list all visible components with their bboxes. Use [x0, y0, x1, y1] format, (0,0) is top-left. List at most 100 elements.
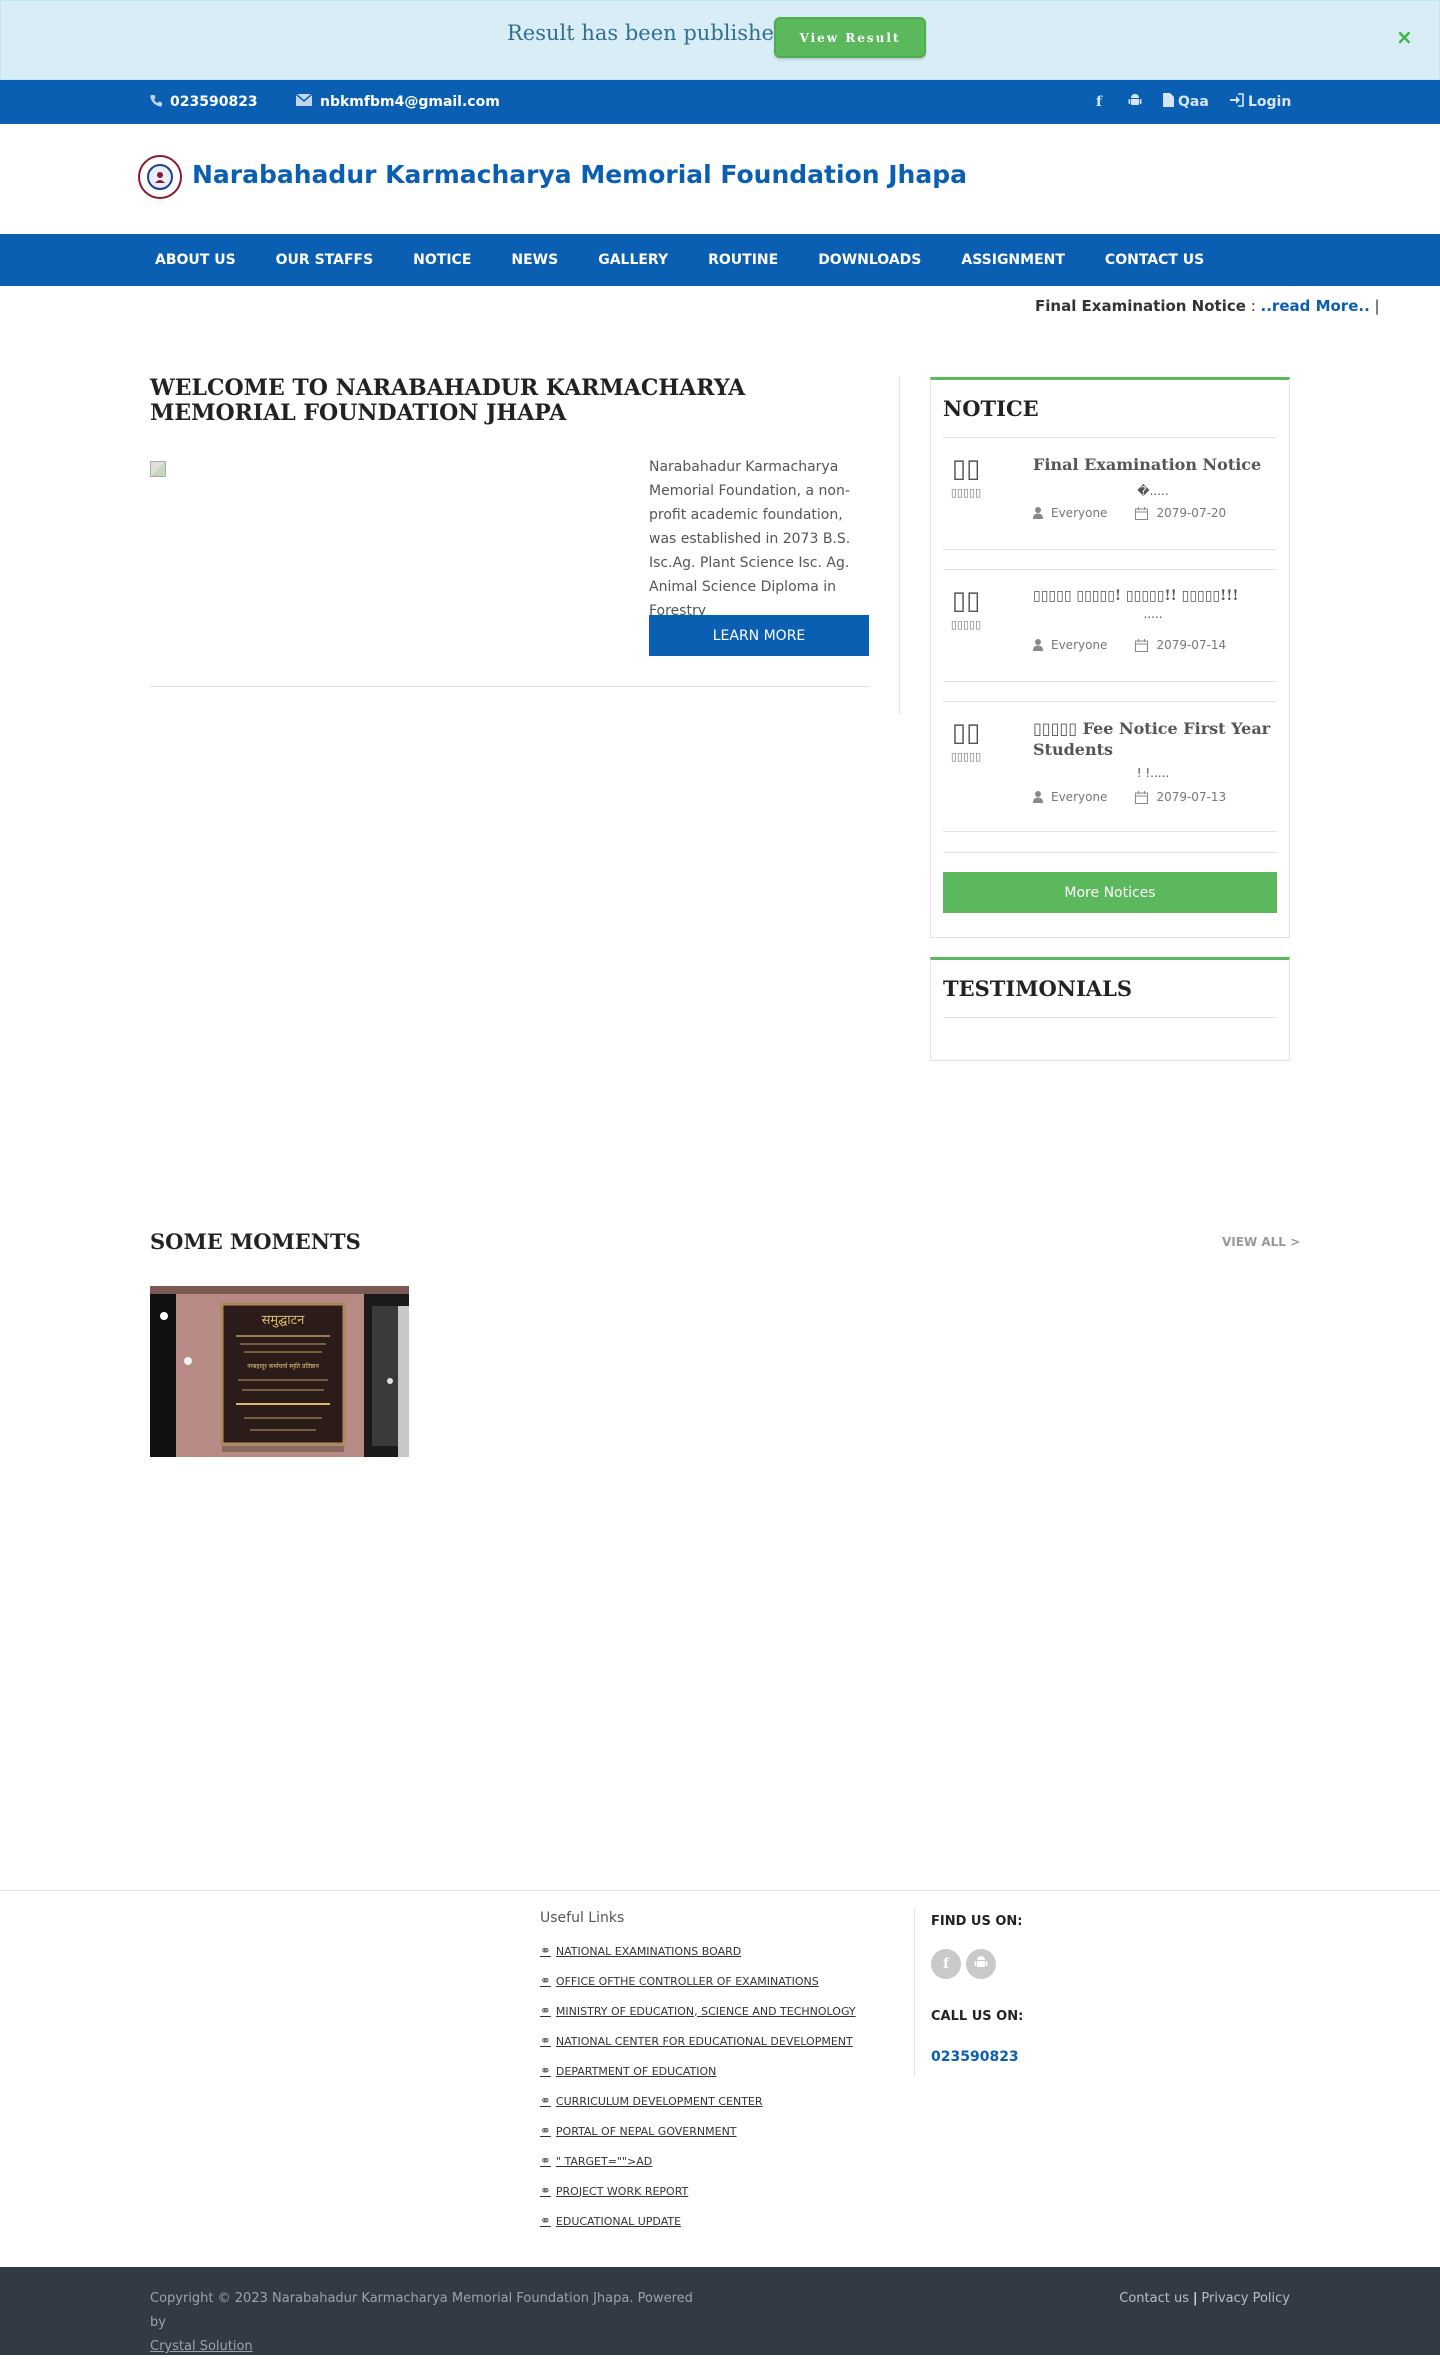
nav-item-routine[interactable]: ROUTINE — [688, 234, 798, 286]
notice-excerpt: ! !..... — [1136, 766, 1170, 780]
login-link[interactable]: Login — [1230, 80, 1291, 124]
notice-date: 2079-07-13 — [1156, 790, 1227, 804]
footer-facebook-button[interactable]: f — [931, 1949, 961, 1979]
more-notices-button[interactable]: More Notices — [943, 872, 1277, 913]
nav-item-downloads[interactable]: DOWNLOADS — [798, 234, 941, 286]
useful-link-label: " TARGET="">AD — [555, 2154, 653, 2168]
copyright-block: Copyright © 2023 Narabahadur Karmacharya… — [150, 2287, 710, 2359]
link-icon: ⚭ — [540, 2213, 551, 2229]
calendar-icon — [1135, 790, 1149, 804]
notice-date: 2079-07-20 — [1156, 506, 1227, 520]
email-contact[interactable]: nbkmfbm4@gmail.com — [295, 80, 500, 124]
contact-us-link[interactable]: Contact us — [1119, 2291, 1189, 2306]
copyright-text: Copyright © 2023 Narabahadur Karmacharya… — [150, 2291, 693, 2330]
column-divider — [899, 376, 900, 714]
link-icon: ⚭ — [540, 2153, 551, 2169]
call-us-title: CALL US ON: — [931, 2009, 1024, 2024]
ticker-read-more-link[interactable]: ..read More.. — [1261, 297, 1370, 315]
testimonials-title: TESTIMONIALS — [943, 976, 1133, 1001]
notice-title[interactable]: ▯▯▯▯▯ Fee Notice First Year Students — [1033, 718, 1273, 760]
footer-divider — [0, 1890, 1440, 1891]
nav-item-notice[interactable]: NOTICE — [393, 234, 491, 286]
notice-title[interactable]: ▯▯▯▯▯ ▯▯▯▯▯! ▯▯▯▯▯!! ▯▯▯▯▯!!! — [1033, 586, 1273, 607]
calendar-icon — [1135, 638, 1149, 652]
email-address: nbkmfbm4@gmail.com — [320, 94, 500, 110]
qaa-label: Qaa — [1178, 94, 1209, 110]
notice-audience: Everyone — [1051, 638, 1108, 652]
useful-link-label: MINISTRY OF EDUCATION, SCIENCE AND TECHN… — [555, 2004, 856, 2018]
notice-item[interactable]: ▯▯ ▯▯▯▯▯ ▯▯▯▯▯ Fee Notice First Year Stu… — [943, 702, 1277, 832]
link-icon: ⚭ — [540, 2033, 551, 2049]
useful-link-label: NATIONAL CENTER FOR EDUCATIONAL DEVELOPM… — [555, 2034, 853, 2048]
logo-emblem — [147, 164, 173, 190]
useful-link-label: EDUCATIONAL UPDATE — [555, 2214, 682, 2228]
notice-date-box: ▯▯ ▯▯▯▯▯ — [943, 454, 989, 499]
notice-day: ▯▯ — [951, 718, 981, 748]
notice-audience: Everyone — [1051, 506, 1108, 520]
view-all-link[interactable]: VIEW ALL > — [1222, 1235, 1300, 1249]
footer-android-button[interactable] — [966, 1949, 996, 1979]
notice-item[interactable]: ▯▯ ▯▯▯▯▯ Final Examination Notice �.....… — [943, 438, 1277, 550]
useful-links-list: ⚭ NATIONAL EXAMINATIONS BOARD ⚭ OFFICE OFT… — [540, 1936, 856, 2236]
qaa-link[interactable]: Qaa — [1163, 80, 1209, 124]
gallery-thumbnail[interactable]: समुद्घाटन नरबहादुर कर्माचार्य स्मृति प्र… — [150, 1286, 409, 1457]
link-icon: ⚭ — [540, 1943, 551, 1959]
link-icon: ⚭ — [540, 2123, 551, 2139]
learn-more-button[interactable]: LEARN MORE — [649, 615, 869, 656]
ticker-title[interactable]: Final Examination Notice — [1035, 297, 1246, 315]
powered-by-link[interactable]: Crystal Solution — [150, 2339, 253, 2354]
useful-link[interactable]: ⚭ MINISTRY OF EDUCATION, SCIENCE AND TECH… — [540, 1996, 856, 2026]
facebook-icon: f — [1096, 94, 1103, 110]
useful-link[interactable]: ⚭ CURRICULUM DEVELOPMENT CENTER — [540, 2086, 856, 2116]
useful-link[interactable]: ⚭ PORTAL OF NEPAL GOVERNMENT — [540, 2116, 856, 2146]
notice-spacer-line — [943, 852, 1277, 853]
nav-item-contact-us[interactable]: CONTACT US — [1085, 234, 1224, 286]
nav-item-assignment[interactable]: ASSIGNMENT — [941, 234, 1085, 286]
phone-number: 023590823 — [170, 94, 258, 110]
useful-link[interactable]: ⚭ OFFICE OFTHE CONTROLLER OF EXAMINATIONS — [540, 1966, 856, 1996]
notice-month: ▯▯▯▯▯ — [950, 618, 982, 631]
notice-meta: Everyone 2079-07-13 — [1033, 790, 1226, 804]
link-icon: ⚭ — [540, 2183, 551, 2199]
useful-link[interactable]: ⚭ PROJECT WORK REPORT — [540, 2176, 856, 2206]
nav-item-about-us[interactable]: ABOUT US — [135, 234, 256, 286]
useful-link[interactable]: ⚭ NATIONAL EXAMINATIONS BOARD — [540, 1936, 856, 1966]
notice-item[interactable]: ▯▯ ▯▯▯▯▯ ▯▯▯▯▯ ▯▯▯▯▯! ▯▯▯▯▯!! ▯▯▯▯▯!!! .… — [943, 570, 1277, 682]
view-result-button[interactable]: View Result — [774, 17, 926, 58]
useful-link[interactable]: ⚭ NATIONAL CENTER FOR EDUCATIONAL DEVELOP… — [540, 2026, 856, 2056]
foundation-logo[interactable] — [138, 155, 182, 199]
nav-item-news[interactable]: NEWS — [491, 234, 578, 286]
useful-link-label: PORTAL OF NEPAL GOVERNMENT — [555, 2124, 737, 2138]
phone-contact[interactable]: 023590823 — [150, 80, 258, 124]
alert-banner: Result has been published. View Result × — [0, 0, 1440, 80]
close-alert-icon[interactable]: × — [1396, 25, 1413, 49]
useful-link-label: NATIONAL EXAMINATIONS BOARD — [555, 1944, 742, 1958]
notice-date: 2079-07-14 — [1156, 638, 1227, 652]
notice-day: ▯▯ — [951, 454, 981, 484]
welcome-heading: WELCOME TO NARABAHADUR KARMACHARYA MEMOR… — [150, 375, 746, 426]
link-icon: ⚭ — [540, 2093, 551, 2109]
welcome-description: Narabahadur Karmacharya Memorial Foundat… — [649, 459, 851, 619]
android-link[interactable] — [1128, 80, 1142, 124]
notice-excerpt: ..... — [1143, 607, 1163, 621]
facebook-link[interactable]: f — [1096, 80, 1102, 124]
useful-link[interactable]: ⚭ EDUCATIONAL UPDATE — [540, 2206, 856, 2236]
footer-column-divider — [914, 1909, 915, 2077]
privacy-policy-link[interactable]: Privacy Policy — [1201, 2291, 1290, 2306]
notice-month: ▯▯▯▯▯ — [950, 750, 982, 763]
useful-link[interactable]: ⚭ DEPARTMENT OF EDUCATION — [540, 2056, 856, 2086]
plaque-inscription: नरबहादुर कर्माचार्य स्मृति प्रतिष्ठान — [247, 1362, 319, 1370]
link-separator: | — [1193, 2291, 1198, 2306]
nav-item-gallery[interactable]: GALLERY — [578, 234, 688, 286]
nav-item-our-staffs[interactable]: OUR STAFFS — [256, 234, 394, 286]
useful-link[interactable]: ⚭ " TARGET="">AD — [540, 2146, 856, 2176]
footer-phone-number[interactable]: 023590823 — [931, 2049, 1019, 2065]
file-icon — [1163, 93, 1174, 111]
notice-title[interactable]: Final Examination Notice — [1033, 454, 1273, 475]
useful-link-label: PROJECT WORK REPORT — [555, 2184, 689, 2198]
moments-heading: SOME MOMENTS — [150, 1229, 361, 1254]
notice-month: ▯▯▯▯▯ — [950, 486, 982, 499]
ticker-bar: | — [1369, 297, 1385, 315]
site-title[interactable]: Narabahadur Karmacharya Memorial Foundat… — [192, 160, 967, 189]
android-icon — [974, 1955, 988, 1973]
